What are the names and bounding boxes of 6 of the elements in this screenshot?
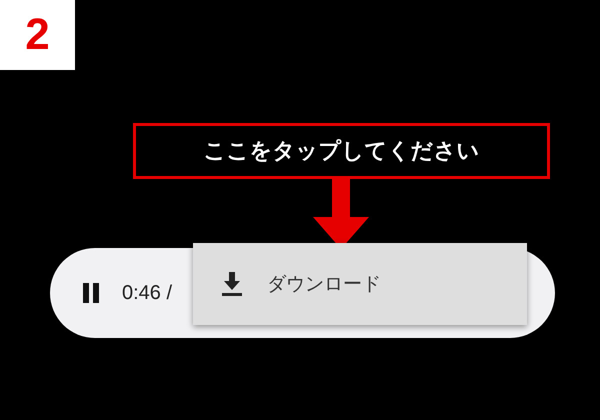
step-badge: 2 (0, 0, 75, 70)
time-label: 0:46 / (122, 282, 172, 304)
callout-text: ここをタップしてください (133, 123, 550, 179)
pause-button[interactable] (82, 283, 100, 303)
download-icon (221, 272, 243, 296)
download-menu-item[interactable]: ダウンロード (193, 271, 381, 297)
